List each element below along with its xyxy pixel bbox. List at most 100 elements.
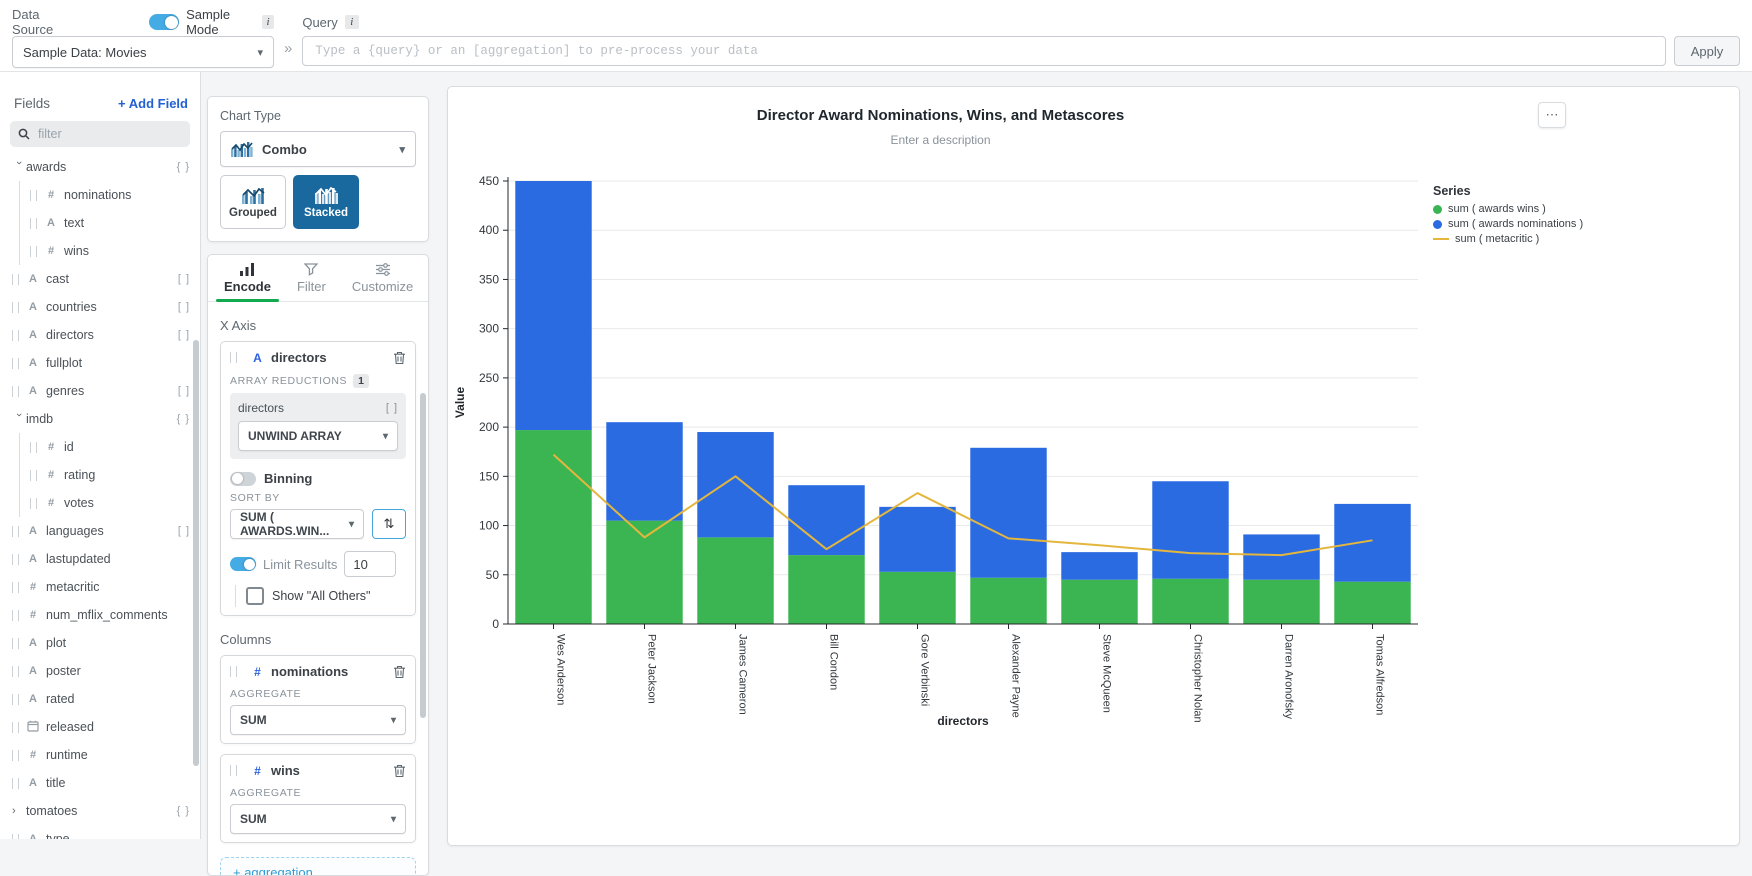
field-row-votes[interactable]: #votes bbox=[19, 489, 200, 517]
drag-handle-icon[interactable] bbox=[12, 778, 19, 789]
field-row-released[interactable]: released bbox=[0, 713, 200, 741]
bar-segment-nominations[interactable] bbox=[1243, 534, 1319, 579]
aggregate-select[interactable]: SUM▾ bbox=[230, 804, 406, 834]
field-row-id[interactable]: #id bbox=[19, 433, 200, 461]
field-row-text[interactable]: Atext bbox=[19, 209, 200, 237]
drag-handle-icon[interactable] bbox=[12, 610, 19, 621]
drag-handle-icon[interactable] bbox=[12, 330, 19, 341]
drag-handle-icon[interactable] bbox=[230, 666, 237, 677]
drag-handle-icon[interactable] bbox=[12, 274, 19, 285]
bar-segment-nominations[interactable] bbox=[697, 432, 773, 537]
drag-handle-icon[interactable] bbox=[30, 246, 37, 257]
query-input[interactable] bbox=[302, 36, 1666, 66]
limit-results-toggle[interactable] bbox=[230, 557, 256, 571]
chart-menu-button[interactable]: ⋯ bbox=[1538, 102, 1566, 128]
drag-handle-icon[interactable] bbox=[12, 722, 19, 733]
drag-handle-icon[interactable] bbox=[30, 470, 37, 481]
sample-mode-toggle[interactable] bbox=[149, 14, 179, 30]
field-row-type[interactable]: Atype bbox=[0, 825, 200, 839]
bar-segment-nominations[interactable] bbox=[606, 422, 682, 520]
add-aggregation-button[interactable]: + aggregation bbox=[220, 857, 416, 876]
bar-segment-nominations[interactable] bbox=[1334, 504, 1410, 582]
drag-handle-icon[interactable] bbox=[230, 765, 237, 776]
aggregate-select[interactable]: SUM▾ bbox=[230, 705, 406, 735]
chevron-right-icon[interactable]: › bbox=[12, 805, 26, 817]
trash-icon[interactable] bbox=[393, 351, 406, 365]
field-row-nominations[interactable]: #nominations bbox=[19, 181, 200, 209]
drag-handle-icon[interactable] bbox=[12, 638, 19, 649]
bar-segment-nominations[interactable] bbox=[1061, 552, 1137, 580]
field-row-lastupdated[interactable]: Alastupdated bbox=[0, 545, 200, 573]
bar-segment-wins[interactable] bbox=[1061, 580, 1137, 624]
bar-segment-wins[interactable] bbox=[788, 555, 864, 624]
drag-handle-icon[interactable] bbox=[12, 834, 19, 840]
drag-handle-icon[interactable] bbox=[12, 526, 19, 537]
binning-toggle[interactable] bbox=[230, 472, 256, 486]
sort-by-select[interactable]: SUM ( AWARDS.WIN... ▾ bbox=[230, 509, 364, 539]
bar-segment-wins[interactable] bbox=[1334, 582, 1410, 624]
field-row-wins[interactable]: #wins bbox=[19, 237, 200, 265]
apply-button[interactable]: Apply bbox=[1674, 36, 1740, 66]
grouped-mode-button[interactable]: Grouped bbox=[220, 175, 286, 229]
trash-icon[interactable] bbox=[393, 764, 406, 778]
bar-segment-nominations[interactable] bbox=[515, 181, 591, 430]
bar-segment-wins[interactable] bbox=[515, 430, 591, 624]
bar-segment-wins[interactable] bbox=[697, 537, 773, 624]
bar-segment-nominations[interactable] bbox=[879, 507, 955, 572]
add-field-button[interactable]: + Add Field bbox=[118, 96, 188, 111]
chevron-down-icon[interactable]: › bbox=[13, 413, 25, 427]
show-all-others-checkbox[interactable] bbox=[246, 587, 264, 605]
field-row-plot[interactable]: Aplot bbox=[0, 629, 200, 657]
field-row-runtime[interactable]: #runtime bbox=[0, 741, 200, 769]
field-row-languages[interactable]: Alanguages[ ] bbox=[0, 517, 200, 545]
chevron-down-icon[interactable]: › bbox=[13, 161, 25, 175]
query-info-badge[interactable]: i bbox=[345, 15, 359, 29]
stacked-mode-button[interactable]: Stacked bbox=[293, 175, 359, 229]
bar-segment-wins[interactable] bbox=[879, 572, 955, 624]
field-row-rating[interactable]: #rating bbox=[19, 461, 200, 489]
drag-handle-icon[interactable] bbox=[12, 302, 19, 313]
field-filter-input[interactable] bbox=[36, 126, 160, 142]
field-row-cast[interactable]: Acast[ ] bbox=[0, 265, 200, 293]
drag-handle-icon[interactable] bbox=[30, 442, 37, 453]
field-row-poster[interactable]: Aposter bbox=[0, 657, 200, 685]
drag-handle-icon[interactable] bbox=[30, 498, 37, 509]
tab-customize[interactable]: Customize bbox=[352, 263, 413, 301]
drag-handle-icon[interactable] bbox=[12, 386, 19, 397]
field-row-directors[interactable]: Adirectors[ ] bbox=[0, 321, 200, 349]
drag-handle-icon[interactable] bbox=[30, 190, 37, 201]
chart-description-placeholder[interactable]: Enter a description bbox=[448, 133, 1433, 147]
field-row-countries[interactable]: Acountries[ ] bbox=[0, 293, 200, 321]
field-row-metacritic[interactable]: #metacritic bbox=[0, 573, 200, 601]
chart-title[interactable]: Director Award Nominations, Wins, and Me… bbox=[448, 107, 1433, 124]
sample-mode-info-badge[interactable]: i bbox=[262, 15, 274, 29]
field-row-rated[interactable]: Arated bbox=[0, 685, 200, 713]
drag-handle-icon[interactable] bbox=[230, 352, 237, 363]
field-filter-box[interactable] bbox=[10, 121, 190, 147]
bar-segment-nominations[interactable] bbox=[788, 485, 864, 555]
sort-direction-button[interactable]: ⇅ bbox=[372, 509, 406, 539]
drag-handle-icon[interactable] bbox=[12, 666, 19, 677]
limit-results-input[interactable] bbox=[344, 551, 396, 577]
field-row-num_mflix_comments[interactable]: #num_mflix_comments bbox=[0, 601, 200, 629]
drag-handle-icon[interactable] bbox=[12, 554, 19, 565]
field-row-fullplot[interactable]: Afullplot bbox=[0, 349, 200, 377]
bar-segment-nominations[interactable] bbox=[1152, 481, 1228, 578]
field-row-tomatoes[interactable]: ›tomatoes{ } bbox=[0, 797, 200, 825]
unwind-array-select[interactable]: UNWIND ARRAY ▾ bbox=[238, 421, 398, 451]
field-row-genres[interactable]: Agenres[ ] bbox=[0, 377, 200, 405]
drag-handle-icon[interactable] bbox=[30, 218, 37, 229]
drag-handle-icon[interactable] bbox=[12, 750, 19, 761]
chart-type-select[interactable]: Combo ▾ bbox=[220, 131, 416, 167]
field-row-title[interactable]: Atitle bbox=[0, 769, 200, 797]
field-row-awards[interactable]: ›awards{ } bbox=[0, 153, 200, 181]
bar-segment-wins[interactable] bbox=[1243, 580, 1319, 624]
drag-handle-icon[interactable] bbox=[12, 582, 19, 593]
tab-encode[interactable]: Encode bbox=[224, 263, 271, 301]
bar-segment-nominations[interactable] bbox=[970, 448, 1046, 578]
encode-scrollbar[interactable] bbox=[420, 393, 426, 718]
field-row-imdb[interactable]: ›imdb{ } bbox=[0, 405, 200, 433]
fields-scrollbar[interactable] bbox=[193, 340, 199, 766]
drag-handle-icon[interactable] bbox=[12, 694, 19, 705]
drag-handle-icon[interactable] bbox=[12, 358, 19, 369]
